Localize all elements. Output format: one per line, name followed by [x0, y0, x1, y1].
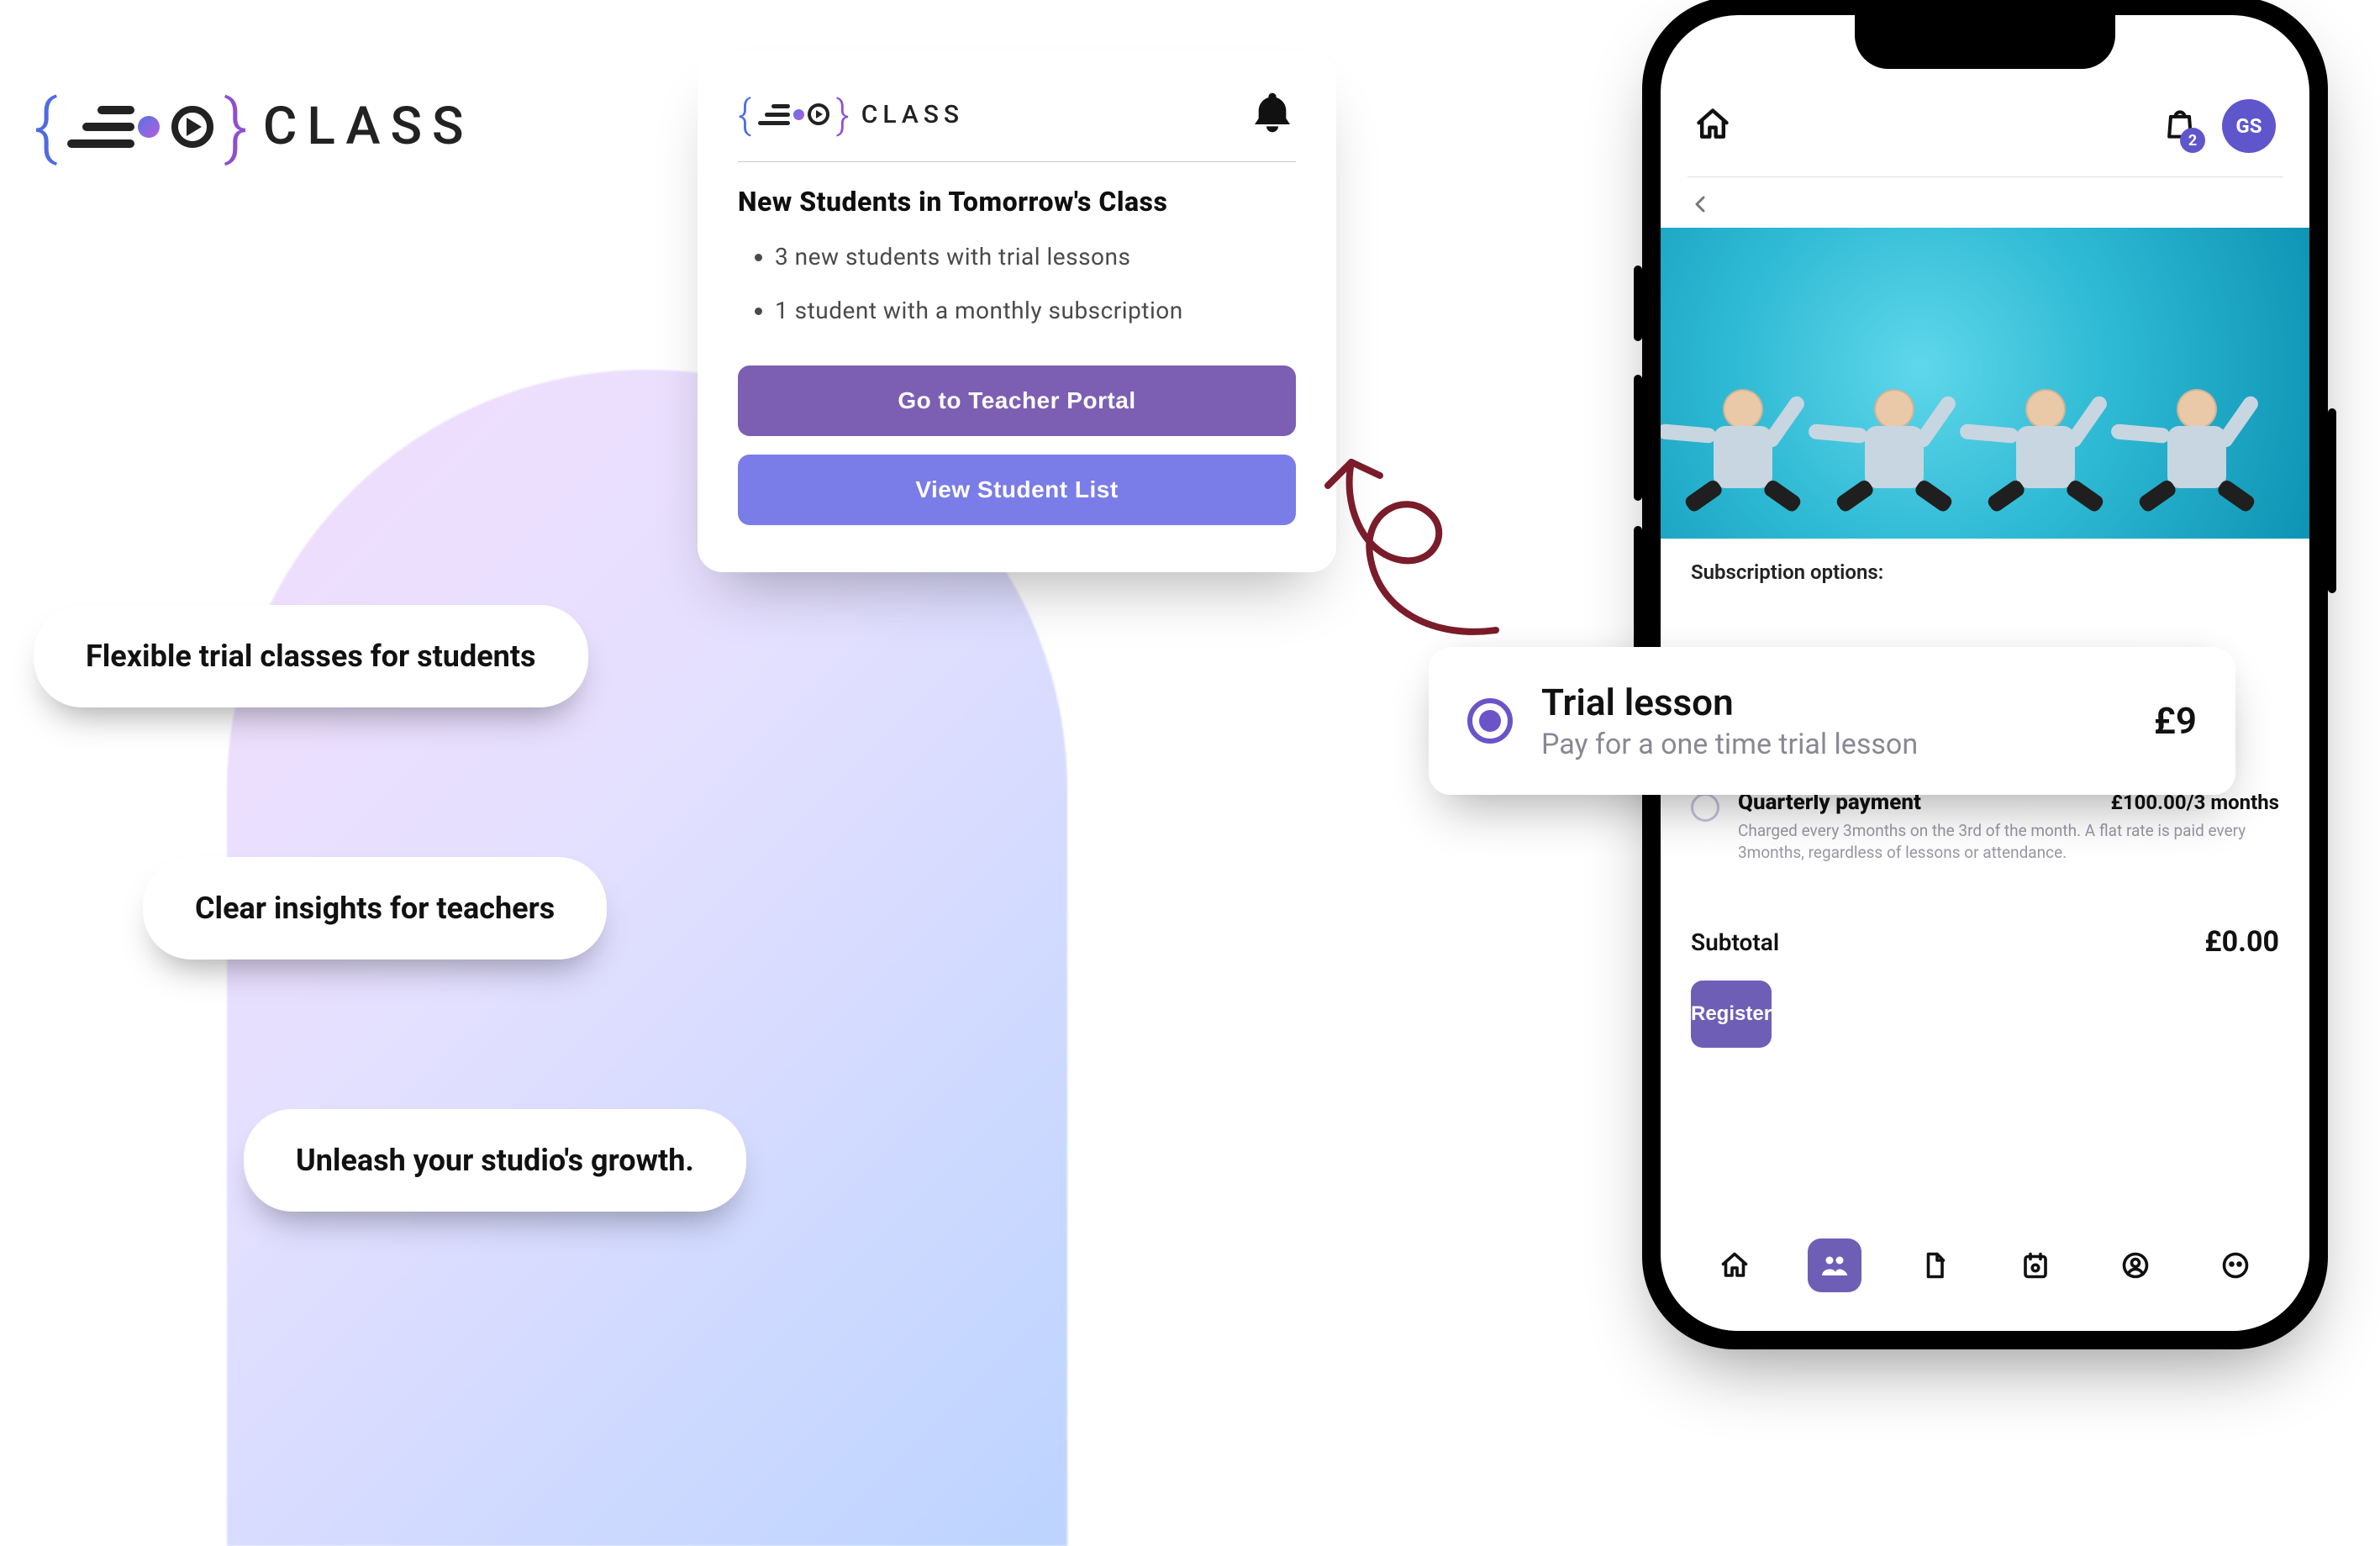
class-hero-image [1661, 228, 2309, 539]
callout-price: £9 [2154, 699, 2197, 743]
bag-badge: 2 [2180, 128, 2205, 153]
tab-people-icon[interactable] [1808, 1238, 1861, 1292]
register-button[interactable]: Register [1691, 981, 1772, 1048]
logo-brace-left-icon: { [34, 84, 57, 169]
option-desc: Charged every 3months on the 3rd of the … [1738, 820, 2246, 863]
phone-notch [1855, 15, 2115, 69]
card-bullet: 3 new students with trial lessons [775, 239, 1296, 275]
tab-account-icon[interactable] [2109, 1238, 2162, 1292]
bell-icon[interactable] [1249, 89, 1296, 139]
logo-glyph-icon [67, 106, 213, 148]
curly-arrow-icon [1303, 420, 1513, 639]
callout-title: Trial lesson [1541, 681, 2125, 724]
tab-file-icon[interactable] [1908, 1238, 1961, 1292]
teacher-notification-card: { } CLASS New Students in Tomorrow's Cla… [698, 52, 1336, 572]
student-list-button[interactable]: View Student List [738, 455, 1296, 525]
trial-lesson-callout[interactable]: Trial lesson Pay for a one time trial le… [1429, 647, 2235, 795]
tab-calendar-icon[interactable] [2009, 1238, 2062, 1292]
feature-pill-growth: Unleash your studio's growth. [244, 1109, 746, 1212]
card-brand-logo: { } CLASS [738, 91, 964, 139]
card-title: New Students in Tomorrow's Class [738, 186, 1296, 218]
brand-logo: { } CLASS [34, 84, 474, 169]
brand-name: CLASS [263, 96, 474, 157]
back-button[interactable] [1661, 177, 2309, 228]
subtotal-value: £0.00 [2204, 925, 2279, 959]
shopping-bag-icon[interactable]: 2 [2161, 106, 2198, 146]
avatar[interactable]: GS [2222, 99, 2276, 153]
teacher-portal-button[interactable]: Go to Teacher Portal [738, 365, 1296, 436]
feature-pill-insights: Clear insights for teachers [143, 857, 607, 960]
subscription-heading: Subscription options: [1661, 539, 2309, 584]
logo-brace-left-icon: { [738, 91, 751, 139]
logo-brace-right-icon: } [224, 84, 247, 169]
bottom-tab-bar [1661, 1213, 2309, 1331]
tab-home-icon[interactable] [1708, 1238, 1761, 1292]
logo-brace-right-icon: } [836, 91, 850, 139]
home-icon[interactable] [1694, 106, 1731, 146]
feature-pill-trial-classes: Flexible trial classes for students [34, 605, 588, 707]
subtotal-label: Subtotal [1691, 928, 1779, 956]
radio-unselected-icon[interactable] [1691, 793, 1719, 822]
radio-selected-icon[interactable] [1467, 698, 1513, 744]
callout-subtitle: Pay for a one time trial lesson [1541, 728, 2125, 761]
tab-face-icon[interactable] [2209, 1238, 2262, 1292]
card-bullet: 1 student with a monthly subscription [775, 293, 1296, 329]
card-brand-name: CLASS [861, 100, 964, 129]
